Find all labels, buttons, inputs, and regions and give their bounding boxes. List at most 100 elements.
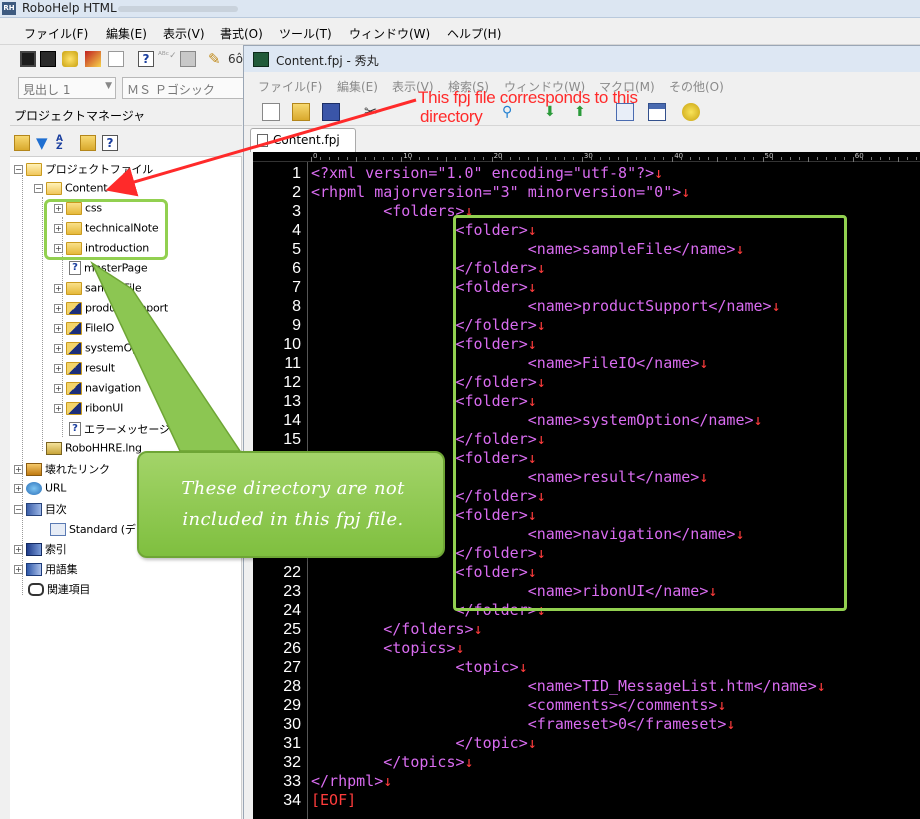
save-icon[interactable] [322, 103, 340, 121]
line-number: 4 [292, 222, 301, 239]
menu-format[interactable]: 書式(O) [220, 25, 263, 42]
tree-node-systemoption[interactable]: + systemOption [54, 341, 159, 359]
code-content: </rhpml> [311, 772, 384, 790]
new-folder-icon[interactable] [80, 135, 96, 151]
line-number: 13 [283, 393, 301, 410]
sort-icon[interactable]: AZ [56, 135, 72, 152]
ruler-tick [636, 157, 638, 160]
style-select[interactable]: 見出し 1 ▼ [18, 77, 116, 99]
collapse-icon[interactable]: − [14, 504, 23, 514]
macro-icon[interactable] [682, 103, 700, 121]
tree-node-error-messages[interactable]: ? エラーメッセージと対処 [69, 421, 202, 439]
line-number: 1 [292, 165, 301, 182]
find-icon[interactable]: 6ô [228, 51, 244, 67]
properties-icon[interactable] [108, 51, 124, 67]
ruler-tick [329, 157, 331, 160]
cut-icon[interactable]: ✂ [364, 103, 382, 121]
tree-node-broken-links[interactable]: + 壊れたリンク [14, 461, 110, 479]
ruler-tick [365, 157, 367, 160]
project-manager-toolbar: ▼ AZ ? [10, 130, 242, 156]
folder-icon [46, 181, 62, 195]
expand-icon[interactable]: + [14, 483, 23, 493]
ruler-tick [500, 157, 502, 160]
red-annotation-note: This fpj file corresponds to this direct… [418, 88, 638, 126]
tree-node-toc[interactable]: − 目次 [14, 501, 67, 519]
new-file-icon[interactable] [262, 103, 280, 121]
red-note-line-2: directory [420, 107, 483, 126]
hm-menu-other[interactable]: その他(O) [669, 78, 724, 95]
tree-node-related[interactable]: 関連項目 [28, 581, 90, 599]
menu-file[interactable]: ファイル(F) [24, 25, 88, 42]
help-topic-icon[interactable]: ? [138, 51, 154, 67]
font-select[interactable]: ＭＳ Ｐゴシック [122, 77, 244, 99]
collapse-icon[interactable]: − [14, 164, 23, 174]
window-list-icon[interactable] [648, 103, 666, 121]
hidemaru-window-title: Content.fpj - 秀丸 [276, 54, 379, 68]
expand-icon[interactable]: + [54, 283, 63, 293]
eol-mark: ↓ [717, 696, 727, 714]
tree-node-ribonui[interactable]: + ribonUI [54, 401, 123, 419]
open-file-icon[interactable] [292, 103, 310, 121]
menu-tools[interactable]: ツール(T) [279, 25, 332, 42]
hidemaru-app-icon [253, 52, 269, 67]
expand-icon[interactable]: + [14, 464, 23, 474]
new-topic-icon[interactable]: ? [102, 135, 118, 151]
ruler-tick [428, 157, 430, 160]
tree-node-navigation[interactable]: + navigation [54, 381, 141, 399]
tree-node-result[interactable]: + result [54, 361, 115, 379]
ruler-tick [509, 157, 511, 160]
menu-edit[interactable]: 編集(E) [106, 25, 147, 42]
code-content: </folders> [311, 620, 474, 638]
tree-node-masterpage[interactable]: ? masterPage [69, 261, 148, 279]
tab-content-fpj[interactable]: Content.fpj [250, 128, 356, 152]
folder-icon [66, 341, 82, 355]
tree-node-productsupport[interactable]: + productSupport [54, 301, 168, 319]
expand-icon[interactable]: + [54, 343, 63, 353]
tree-node-toc-standard[interactable]: Standard (デフ [50, 521, 147, 539]
view-icon[interactable] [85, 51, 101, 67]
expand-icon[interactable]: + [14, 544, 23, 554]
eol-mark: ↓ [726, 715, 736, 733]
expand-icon[interactable]: + [54, 363, 63, 373]
expand-icon[interactable]: + [54, 303, 63, 313]
tree-node-index[interactable]: + 索引 [14, 541, 67, 559]
tree-node-samplefile[interactable]: + sampleFile [54, 281, 142, 299]
pencil-icon[interactable]: ✎ [208, 51, 224, 67]
menu-view[interactable]: 表示(V) [163, 25, 205, 42]
expand-icon[interactable]: + [54, 403, 63, 413]
filter-icon[interactable]: ▼ [36, 135, 52, 151]
expand-icon[interactable]: + [54, 323, 63, 333]
ruler-tick [753, 157, 755, 160]
code-line: 1 <?xml version="1.0" encoding="utf-8"?>↓ [253, 164, 913, 183]
ruler-tick [654, 157, 656, 160]
robohelp-menubar: ファイル(F) 編集(E) 表示(V) 書式(O) ツール(T) ウィンドウ(W… [0, 19, 920, 45]
tree-node-url[interactable]: + URL [14, 481, 66, 499]
tree-node-robohhre[interactable]: RoboHHRE.lng [46, 441, 142, 459]
expand-icon[interactable]: + [14, 564, 23, 574]
print-icon[interactable] [180, 51, 196, 67]
robohelp-formatbar: 見出し 1 ▼ ＭＳ Ｐゴシック [0, 74, 244, 102]
menu-help[interactable]: ヘルプ(H) [447, 25, 501, 42]
tree-node-fileio[interactable]: + FileIO [54, 321, 114, 339]
line-number: 33 [283, 773, 301, 790]
ruler-tick [681, 157, 683, 160]
spellcheck-icon[interactable]: ᴬᴮᶜ✓ [158, 51, 177, 67]
tree-node-project-files[interactable]: − プロジェクトファイル [14, 161, 153, 179]
expand-icon[interactable]: + [54, 383, 63, 393]
ruler-tick [627, 157, 629, 162]
save-icon[interactable] [20, 51, 36, 67]
open-folder-icon[interactable] [14, 135, 30, 151]
hm-menu-edit[interactable]: 編集(E) [337, 78, 378, 95]
tree-node-content[interactable]: − Content [34, 181, 108, 199]
save-all-icon[interactable] [40, 51, 56, 67]
project-manager-header: プロジェクトマネージャ [10, 104, 242, 126]
tree-node-label: FileIO [85, 321, 115, 335]
compile-icon[interactable] [62, 51, 78, 67]
hm-menu-file[interactable]: ファイル(F) [258, 78, 322, 95]
ruler-tick [699, 157, 701, 160]
tree-node-glossary[interactable]: + 用語集 [14, 561, 78, 579]
ruler-tick [383, 157, 385, 160]
code-text: [EOF] [311, 791, 356, 810]
collapse-icon[interactable]: − [34, 183, 43, 193]
menu-window[interactable]: ウィンドウ(W) [349, 25, 430, 42]
